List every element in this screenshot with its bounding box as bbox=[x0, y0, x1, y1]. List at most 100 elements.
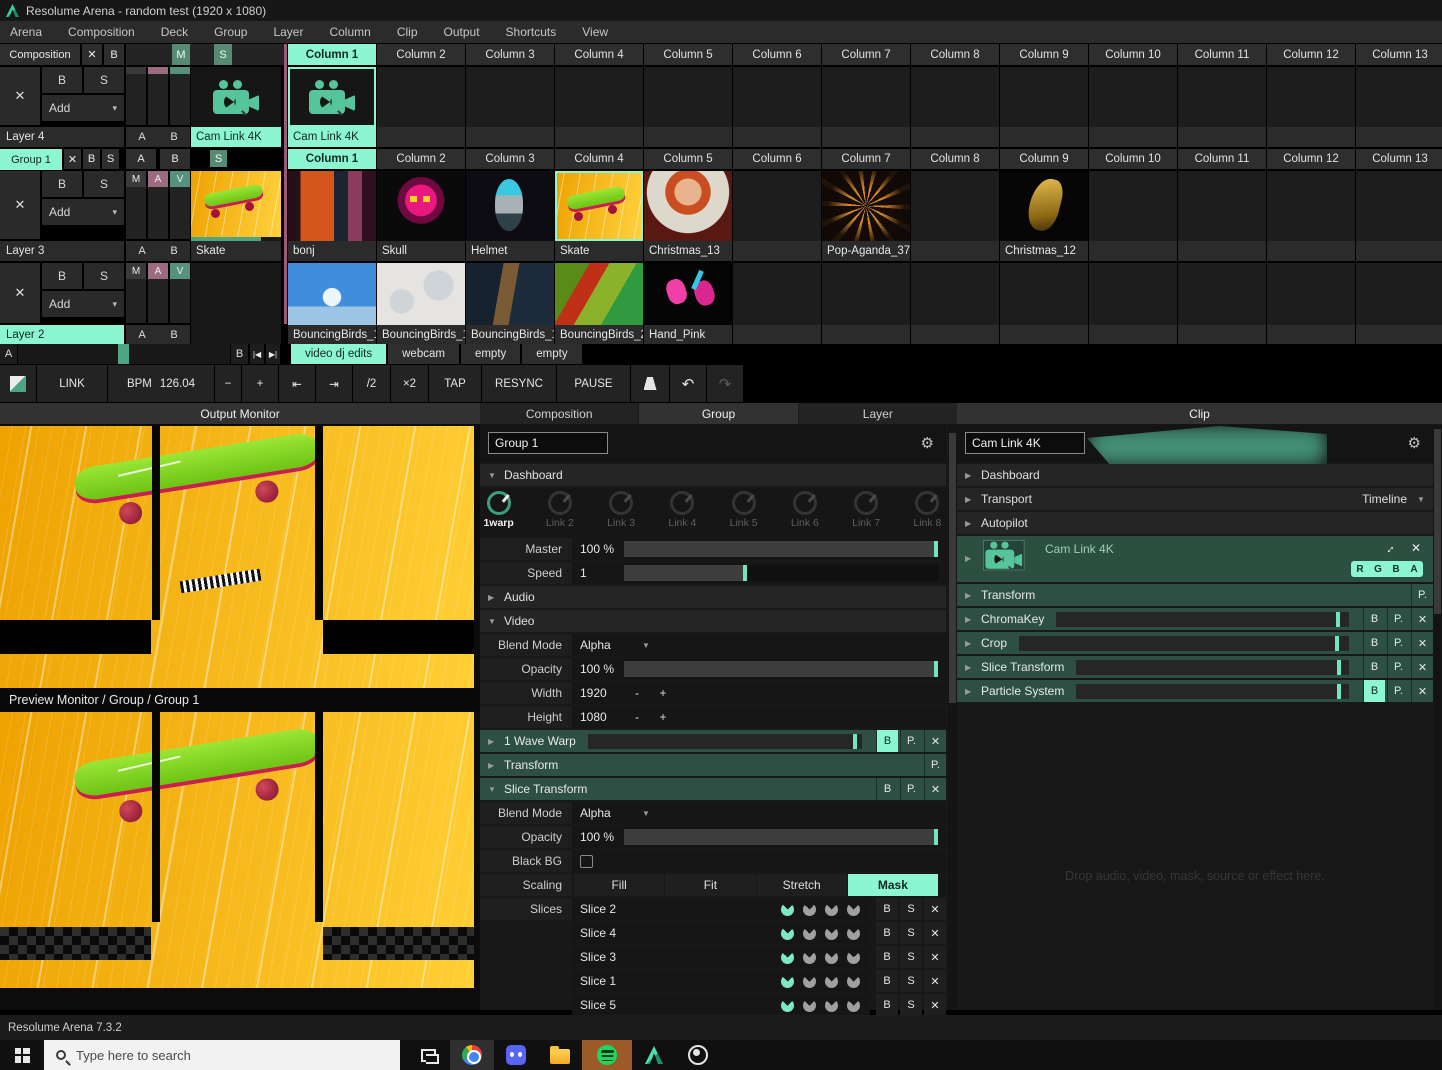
master-fader-label[interactable]: M bbox=[126, 171, 146, 187]
video-fader-label[interactable]: V bbox=[170, 263, 190, 279]
section-video[interactable]: ▼Video bbox=[480, 610, 946, 632]
task-view-button[interactable] bbox=[406, 1040, 450, 1070]
dashboard-knob-1[interactable]: 1warp bbox=[480, 491, 517, 529]
column-header-7[interactable]: Column 7 bbox=[822, 149, 910, 169]
column-header-3[interactable]: Column 3 bbox=[466, 44, 554, 65]
layer-crossfade-a-button[interactable]: A bbox=[138, 131, 145, 143]
composition-bypass-button[interactable]: B bbox=[104, 44, 124, 65]
slice-item[interactable]: Slice 3 bbox=[572, 946, 870, 968]
chrome-button[interactable] bbox=[450, 1040, 494, 1070]
speed-slider[interactable] bbox=[624, 565, 938, 581]
deck-tab-1[interactable]: video dj edits bbox=[291, 344, 386, 364]
group-solo-button[interactable]: S bbox=[102, 149, 119, 169]
column-header-4[interactable]: Column 4 bbox=[555, 44, 643, 65]
start-button[interactable] bbox=[0, 1040, 44, 1070]
effect-mix-slider[interactable] bbox=[1056, 612, 1349, 627]
layer-video-fader[interactable] bbox=[170, 67, 190, 125]
layer-bypass-button[interactable]: B bbox=[42, 171, 82, 197]
group-name-input[interactable]: Group 1 bbox=[488, 432, 608, 454]
opacity-value[interactable]: 100 % bbox=[572, 662, 624, 676]
clip-name-input[interactable]: Cam Link 4K bbox=[965, 432, 1085, 454]
layer-active-clip-preview[interactable] bbox=[191, 263, 281, 345]
effect-params-button[interactable]: P. bbox=[1387, 680, 1409, 702]
layer-audio-fader[interactable]: A bbox=[148, 263, 168, 323]
slice-bypass-button[interactable]: B bbox=[876, 946, 898, 968]
slice-direction-icon[interactable] bbox=[781, 927, 794, 940]
tab-output-monitor[interactable]: Output Monitor bbox=[0, 403, 480, 424]
file-explorer-button[interactable] bbox=[538, 1040, 582, 1070]
slice-remove-button[interactable]: ✕ bbox=[924, 898, 946, 920]
layer-crossfade-a-button[interactable]: A bbox=[138, 329, 145, 341]
effect-remove-button[interactable]: ✕ bbox=[1411, 656, 1433, 678]
layer-active-clip-preview[interactable]: Skate bbox=[191, 171, 281, 261]
layer-audio-fader[interactable]: A bbox=[148, 171, 168, 239]
deck-tab-3[interactable]: empty bbox=[461, 344, 520, 364]
channel-g-button[interactable]: G bbox=[1369, 561, 1387, 577]
effect-params-button[interactable]: P. bbox=[900, 730, 922, 752]
slice-item[interactable]: Slice 1 bbox=[572, 970, 870, 992]
clip-slot[interactable] bbox=[733, 263, 821, 345]
slice-direction-icon[interactable] bbox=[803, 951, 816, 964]
width-decrease-button[interactable]: - bbox=[624, 686, 650, 700]
clip-slot[interactable]: BouncingBirds_15 bbox=[466, 263, 554, 345]
column-header-8[interactable]: Column 8 bbox=[911, 149, 999, 169]
layer-bypass-button[interactable]: B bbox=[42, 263, 82, 289]
slice-item[interactable]: Slice 4 bbox=[572, 922, 870, 944]
clip-slot[interactable] bbox=[1178, 67, 1266, 147]
slice-direction-icon[interactable] bbox=[781, 951, 794, 964]
slice-direction-icon[interactable] bbox=[781, 999, 794, 1012]
column-header-9[interactable]: Column 9 bbox=[1000, 149, 1088, 169]
blend-mode-dropdown[interactable]: Alpha bbox=[572, 806, 642, 820]
scaling-option-fill[interactable]: Fill bbox=[574, 874, 664, 896]
column-header-1[interactable]: Column 1 bbox=[288, 44, 376, 65]
nudge-down-button[interactable]: ⇤ bbox=[279, 365, 315, 402]
effect-params-button[interactable]: P. bbox=[1387, 632, 1409, 654]
tap-tempo-button[interactable]: TAP bbox=[429, 365, 481, 402]
tab-layer[interactable]: Layer bbox=[799, 403, 957, 424]
chevron-down-icon[interactable]: ▼ bbox=[642, 809, 650, 818]
scaling-option-fit[interactable]: Fit bbox=[665, 874, 755, 896]
clip-source-row[interactable]: ▶ Cam Link 4K ↔✕ RGBA bbox=[957, 536, 1433, 582]
clip-slot[interactable] bbox=[822, 263, 910, 345]
layer-crossfade-a-button[interactable]: A bbox=[138, 245, 145, 257]
slice-direction-icon[interactable] bbox=[825, 951, 838, 964]
slice-direction-icon[interactable] bbox=[803, 999, 816, 1012]
crossfader-b-label[interactable]: B bbox=[231, 344, 248, 364]
column-header-13[interactable]: Column 13 bbox=[1356, 149, 1442, 169]
clip-panel-scrollbar[interactable] bbox=[1433, 425, 1442, 1010]
nudge-up-button[interactable]: ⇥ bbox=[316, 365, 352, 402]
section-dashboard[interactable]: ▼Dashboard bbox=[480, 464, 946, 486]
section-transport[interactable]: ▶Transport Timeline▼ bbox=[957, 488, 1433, 510]
deck-tab-2[interactable]: webcam bbox=[388, 344, 459, 364]
dashboard-knob-7[interactable]: Link 7 bbox=[848, 491, 885, 529]
effect-mix-slider[interactable] bbox=[1076, 684, 1349, 699]
clip-slot[interactable]: Pop-Aganda_37 bbox=[822, 171, 910, 261]
width-increase-button[interactable]: + bbox=[650, 686, 676, 700]
dashboard-knob-2[interactable]: Link 2 bbox=[541, 491, 578, 529]
height-increase-button[interactable]: + bbox=[650, 710, 676, 724]
opacity-slider[interactable] bbox=[624, 829, 938, 845]
opacity-value[interactable]: 100 % bbox=[572, 830, 624, 844]
layer-blend-dropdown[interactable]: Add▾ bbox=[42, 291, 124, 317]
effect-bypass-button[interactable]: B bbox=[876, 730, 898, 752]
layer-solo-button[interactable]: S bbox=[84, 171, 124, 197]
video-fader-label[interactable]: V bbox=[170, 171, 190, 187]
column-header-11[interactable]: Column 11 bbox=[1178, 149, 1266, 169]
bpm-display[interactable]: BPM126.04 bbox=[108, 365, 214, 402]
layer-crossfade-b-button[interactable]: B bbox=[170, 329, 177, 341]
effect-params-button[interactable]: P. bbox=[900, 778, 922, 800]
clip-slot[interactable] bbox=[1356, 67, 1442, 147]
clip-slot[interactable]: BouncingBirds_13 bbox=[288, 263, 376, 345]
group-bypass-button[interactable]: B bbox=[83, 149, 100, 169]
clip-slot[interactable]: Hand_Pink bbox=[644, 263, 732, 345]
clip-slot[interactable]: Christmas_12 bbox=[1000, 171, 1088, 261]
slice-bypass-button[interactable]: B bbox=[876, 994, 898, 1016]
column-header-11[interactable]: Column 11 bbox=[1178, 44, 1266, 65]
close-icon[interactable]: ✕ bbox=[1411, 541, 1421, 555]
layer-master-fader[interactable]: M bbox=[126, 263, 146, 323]
effect-bypass-button[interactable]: B bbox=[876, 778, 898, 800]
gear-icon[interactable]: ⚙ bbox=[921, 434, 934, 452]
layer-video-fader[interactable]: V bbox=[170, 171, 190, 239]
effect-slice-transform[interactable]: ▼Slice TransformBP.✕ bbox=[480, 778, 946, 800]
section-dashboard[interactable]: ▶Dashboard bbox=[957, 464, 1433, 486]
